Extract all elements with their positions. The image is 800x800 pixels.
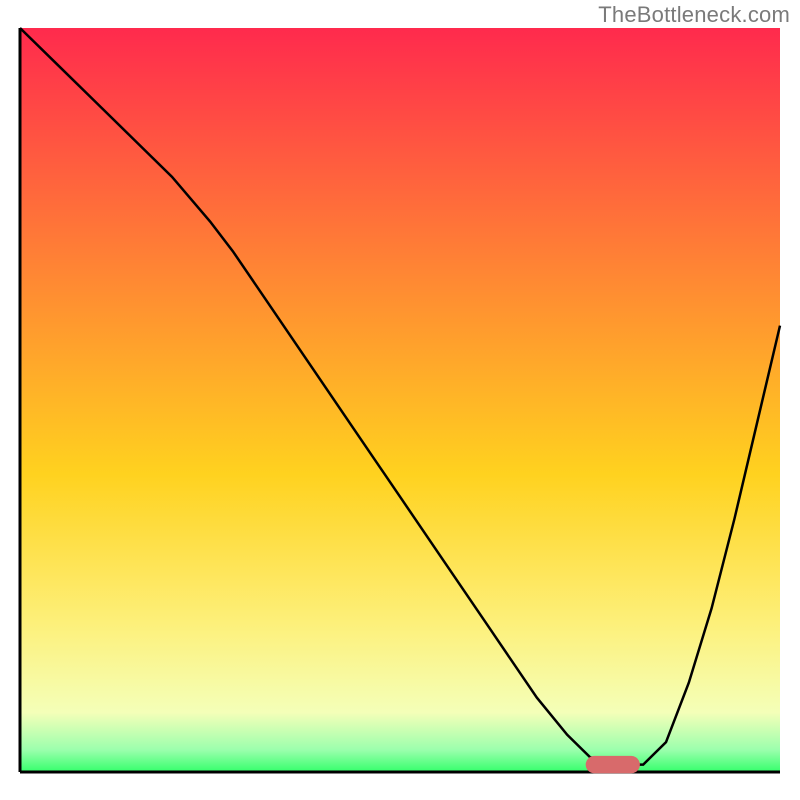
bottleneck-chart: [0, 0, 800, 800]
optimal-marker: [586, 756, 639, 772]
